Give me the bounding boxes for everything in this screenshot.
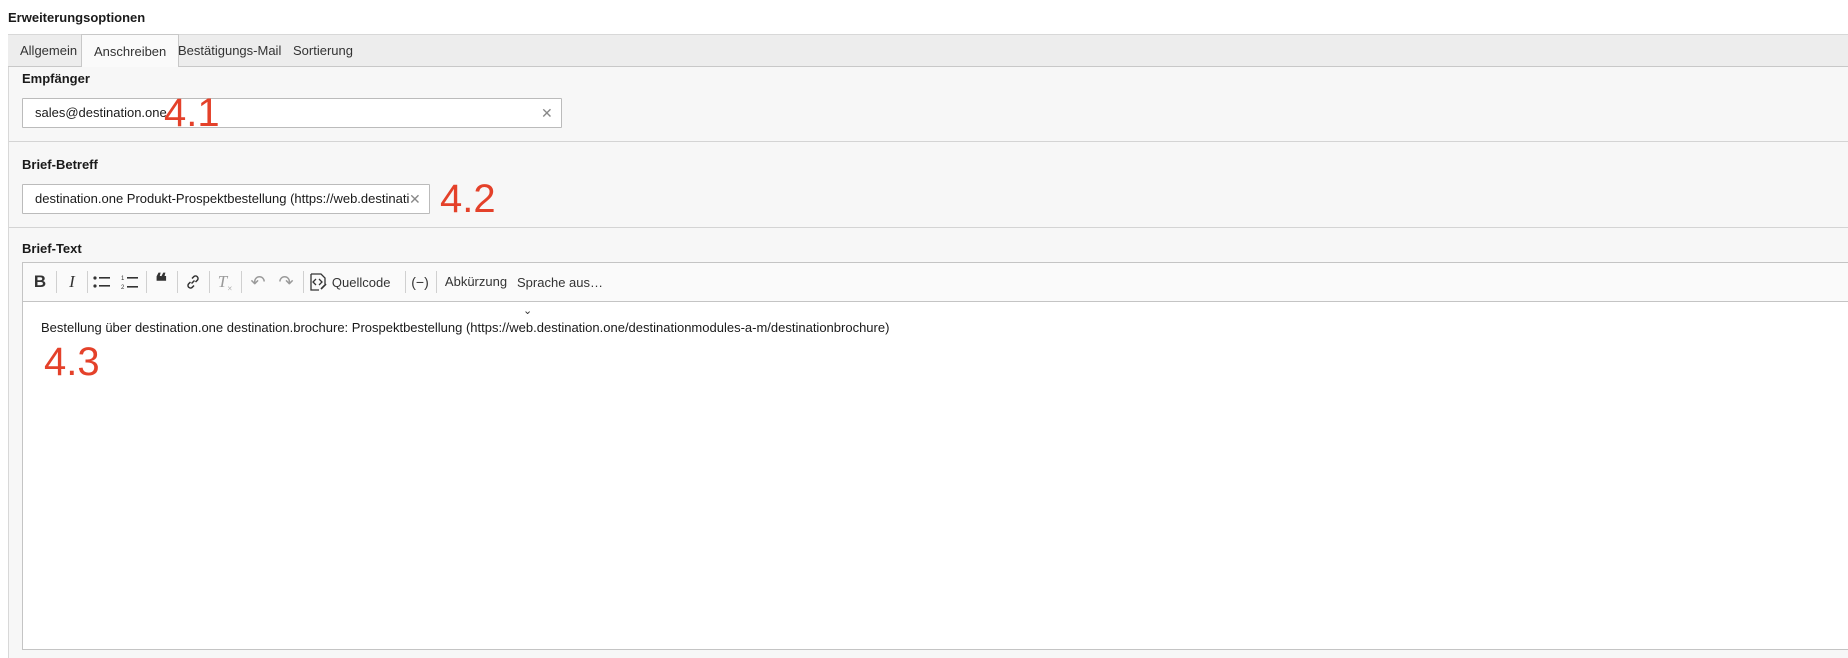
- language-dropdown-label: Sprache aus…: [517, 275, 603, 290]
- source-code-button[interactable]: Quellcode: [308, 269, 402, 295]
- rich-text-editor: B I 1 2 ❝ T× ↶ ↷ Quellcode (−) Abkürzung…: [22, 262, 1848, 650]
- annotation-label: 4.2: [440, 177, 496, 221]
- bullet-list-icon: [93, 276, 110, 288]
- toolbar-divider: [209, 271, 210, 293]
- annotation-label: 4.1: [164, 91, 220, 135]
- bold-button[interactable]: B: [27, 269, 53, 295]
- soft-hyphen-button[interactable]: (−): [407, 269, 433, 295]
- editor-content[interactable]: Bestellung über destination.one destinat…: [41, 320, 889, 335]
- numbered-list-button[interactable]: 1 2: [117, 269, 143, 295]
- tab-allgemein[interactable]: Allgemein: [8, 35, 89, 67]
- recipient-section: Empfänger sales@destination.one ✕ 4.1: [9, 67, 1848, 142]
- toolbar-divider: [56, 271, 57, 293]
- subject-label: Brief-Betreff: [22, 157, 98, 172]
- remove-format-button[interactable]: T×: [212, 269, 238, 295]
- tab-panel: Empfänger sales@destination.one ✕ 4.1 Br…: [8, 67, 1848, 658]
- tab-bestaetigungs-mail[interactable]: Bestätigungs-Mail: [166, 35, 293, 67]
- link-button[interactable]: [180, 269, 206, 295]
- undo-button[interactable]: ↶: [245, 269, 271, 295]
- toolbar-divider: [303, 271, 304, 293]
- toolbar-divider: [146, 271, 147, 293]
- clear-icon[interactable]: ✕: [409, 185, 421, 213]
- source-code-icon: [310, 273, 327, 291]
- italic-button[interactable]: I: [59, 269, 85, 295]
- blockquote-button[interactable]: ❝: [148, 269, 174, 295]
- toolbar-divider: [177, 271, 178, 293]
- recipient-value: sales@destination.one: [35, 105, 167, 120]
- svg-text:2: 2: [121, 285, 125, 290]
- tab-bar: Allgemein Anschreiben Bestätigungs-Mail …: [8, 34, 1848, 68]
- toolbar-divider: [87, 271, 88, 293]
- subject-input[interactable]: destination.one Produkt-Prospektbestellu…: [22, 184, 430, 214]
- redo-icon: ↷: [278, 272, 294, 292]
- editor-toolbar: B I 1 2 ❝ T× ↶ ↷ Quellcode (−) Abkürzung…: [23, 263, 1848, 317]
- language-dropdown[interactable]: Sprache aus… ⌄: [517, 269, 617, 317]
- link-icon: [187, 275, 199, 289]
- source-code-label: Quellcode: [331, 275, 391, 290]
- body-label: Brief-Text: [22, 241, 82, 256]
- quote-icon: ❝: [155, 269, 167, 294]
- page-title: Erweiterungsoptionen: [8, 10, 146, 25]
- svg-text:1: 1: [121, 276, 125, 282]
- remove-format-icon: T×: [217, 272, 233, 294]
- subject-value: destination.one Produkt-Prospektbestellu…: [35, 191, 409, 206]
- recipient-label: Empfänger: [22, 71, 90, 86]
- tab-anschreiben[interactable]: Anschreiben: [81, 34, 180, 68]
- tab-sortierung[interactable]: Sortierung: [281, 35, 365, 67]
- toolbar-divider: [436, 271, 437, 293]
- bullet-list-button[interactable]: [89, 269, 115, 295]
- clear-icon[interactable]: ✕: [541, 99, 553, 127]
- annotation-label: 4.3: [44, 340, 100, 384]
- recipient-input[interactable]: sales@destination.one ✕: [22, 98, 562, 128]
- undo-icon: ↶: [250, 272, 266, 292]
- redo-button[interactable]: ↷: [273, 269, 299, 295]
- toolbar-divider: [405, 271, 406, 293]
- subject-section: Brief-Betreff destination.one Produkt-Pr…: [9, 142, 1848, 228]
- numbered-list-icon: 1 2: [121, 276, 138, 291]
- toolbar-divider: [241, 271, 242, 293]
- abbreviation-button[interactable]: Abkürzung: [443, 269, 509, 295]
